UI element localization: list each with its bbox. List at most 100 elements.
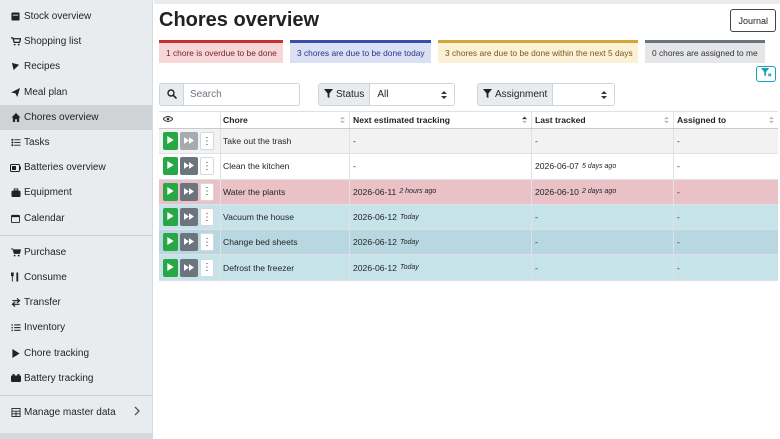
filter-icon [483, 88, 492, 101]
chore-name[interactable]: Take out the trash [220, 129, 349, 154]
play-icon [9, 348, 22, 358]
select-caret-icon [441, 90, 448, 103]
sidebar-item-chore-tracking[interactable]: Chore tracking [0, 340, 152, 365]
track-chore-button[interactable] [163, 132, 178, 151]
sidebar-item-purchase[interactable]: Purchase [0, 240, 152, 265]
sidebar-item-chores-overview[interactable]: Chores overview [0, 104, 152, 130]
next-tracking-date: - [353, 161, 356, 172]
column-visibility-toggle[interactable] [159, 112, 220, 128]
skip-chore-button[interactable] [180, 208, 198, 227]
sidebar-item-label: Stock overview [24, 11, 92, 23]
fast-forward-icon [184, 187, 194, 197]
exchange-icon [9, 298, 22, 308]
row-action-buttons: ⋮ [163, 233, 214, 252]
sidebar-item-recipes[interactable]: Recipes [0, 54, 152, 79]
play-icon [167, 136, 174, 146]
column-header-next-tracking[interactable]: Next estimated tracking [349, 112, 531, 128]
more-actions-button[interactable]: ⋮ [200, 157, 214, 176]
skip-chore-button[interactable] [180, 132, 198, 151]
column-header-chore[interactable]: Chore [220, 112, 349, 128]
eye-icon [162, 115, 174, 125]
column-header-last-tracked[interactable]: Last tracked [531, 112, 673, 128]
cart-plus-icon [9, 248, 22, 257]
skip-chore-button[interactable] [180, 258, 198, 277]
last-tracked-date: - [535, 262, 538, 273]
row-action-buttons: ⋮ [163, 258, 214, 277]
status-select[interactable]: All [370, 83, 456, 106]
search-input[interactable] [184, 83, 300, 106]
filter-toggle-button[interactable] [756, 66, 776, 82]
column-header-label: Assigned to [677, 115, 727, 125]
chore-name[interactable]: Clean the kitchen [220, 154, 349, 179]
ellipsis-vertical-icon: ⋮ [202, 262, 212, 274]
more-actions-button[interactable]: ⋮ [200, 132, 214, 151]
list-icon [9, 323, 22, 332]
due-soon-badge[interactable]: 3 chores are due to be done within the n… [438, 40, 638, 63]
sidebar-item-stock-overview[interactable]: Stock overview [0, 4, 152, 29]
next-tracking-relative: Today [399, 264, 419, 272]
fast-forward-icon [184, 212, 194, 222]
chore-name[interactable]: Vacuum the house [220, 204, 349, 230]
row-actions: ⋮ [159, 255, 220, 279]
search-addon [159, 83, 184, 106]
next-tracking-relative: 2 hours ago [399, 188, 437, 196]
sidebar-item-transfer[interactable]: Transfer [0, 290, 152, 315]
toolbox-icon [9, 188, 22, 198]
next-tracking-cell: 2026-06-11 2 hours ago [349, 179, 531, 204]
assignment-label-text: Assignment [495, 89, 548, 100]
column-header-label: Next estimated tracking [353, 115, 450, 125]
column-header-label: Last tracked [535, 115, 586, 125]
sidebar-item-battery-tracking[interactable]: Battery tracking [0, 366, 152, 391]
filter-icon [760, 65, 772, 83]
skip-chore-button[interactable] [180, 182, 198, 201]
sidebar-item-calendar[interactable]: Calendar [0, 206, 152, 231]
sidebar-item-batteries-overview[interactable]: Batteries overview [0, 155, 152, 180]
sidebar-divider [0, 394, 152, 396]
last-tracked-date: 2026-06-07 [535, 161, 579, 172]
table-header: Chore Next estimated tracking Last track… [159, 111, 778, 129]
more-actions-button[interactable]: ⋮ [200, 258, 214, 277]
sidebar-item-inventory[interactable]: Inventory [0, 315, 152, 340]
sidebar-item-manage-master-data[interactable]: Manage master data [0, 400, 152, 425]
track-chore-button[interactable] [163, 182, 178, 201]
more-actions-button[interactable]: ⋮ [200, 208, 214, 227]
due-today-badge[interactable]: 3 chores are due to be done today [290, 40, 431, 63]
skip-chore-button[interactable] [180, 233, 198, 252]
tasks-icon [9, 138, 22, 147]
sidebar-item-tasks[interactable]: Tasks [0, 130, 152, 155]
last-tracked-relative: 5 days ago [581, 162, 617, 170]
skip-chore-button[interactable] [180, 157, 198, 176]
last-tracked-date: - [535, 237, 538, 248]
overdue-badge[interactable]: 1 chore is overdue to be done [159, 40, 283, 63]
column-header-assigned-to[interactable]: Assigned to [673, 112, 778, 128]
sidebar-item-label: Inventory [24, 322, 66, 334]
ellipsis-vertical-icon: ⋮ [202, 186, 212, 198]
table-row: ⋮ Vacuum the house 2026-06-12 Today - - [159, 204, 778, 231]
chore-name[interactable]: Defrost the freezer [220, 255, 349, 280]
chore-name[interactable]: Water the plants [220, 179, 349, 204]
assignment-select[interactable] [553, 83, 616, 106]
track-chore-button[interactable] [163, 258, 178, 277]
sidebar-item-label: Tasks [24, 137, 50, 149]
chore-name[interactable]: Change bed sheets [220, 230, 349, 255]
more-actions-button[interactable]: ⋮ [200, 182, 214, 201]
sidebar-item-consume[interactable]: Consume [0, 265, 152, 290]
track-chore-button[interactable] [163, 208, 178, 227]
more-actions-button[interactable]: ⋮ [200, 233, 214, 252]
fast-forward-icon [184, 237, 194, 247]
next-tracking-date: 2026-06-12 [353, 212, 397, 223]
journal-button[interactable]: Journal [730, 9, 776, 32]
ellipsis-vertical-icon: ⋮ [202, 160, 212, 172]
assigned-to-me-badge[interactable]: 0 chores are assigned to me [645, 40, 765, 63]
sidebar-item-shopping-list[interactable]: Shopping list [0, 29, 152, 54]
battery-icon [9, 163, 22, 172]
search-group [159, 83, 300, 106]
fast-forward-icon [184, 161, 194, 171]
cart-icon [9, 37, 22, 46]
track-chore-button[interactable] [163, 233, 178, 252]
select-caret-icon [601, 90, 608, 103]
track-chore-button[interactable] [163, 157, 178, 176]
table-row: ⋮ Change bed sheets 2026-06-12 Today - - [159, 230, 778, 256]
sidebar-item-equipment[interactable]: Equipment [0, 180, 152, 205]
sidebar-item-meal-plan[interactable]: Meal plan [0, 80, 152, 105]
